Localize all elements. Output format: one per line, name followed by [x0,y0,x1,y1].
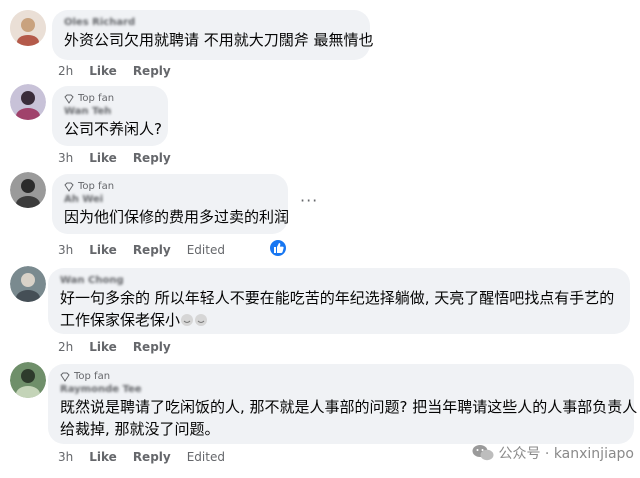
wink-emoji-icon [180,311,208,333]
comment-actions: 3h Like Reply [58,151,187,165]
comment-actions: 3h Like Reply Edited [58,243,241,257]
comment-author[interactable]: Wan Teh [64,105,156,118]
reply-button[interactable]: Reply [133,243,171,257]
comment-text: 因为他们保修的费用多过卖的利润 [64,208,290,226]
comment-author[interactable]: Ah Wei [64,193,276,206]
top-fan-label: Top fan [78,93,115,104]
top-fan-badge: Top fan [64,92,156,105]
comment-text-line: 工作保家保老保小 [60,311,181,329]
edited-label[interactable]: Edited [187,450,225,464]
reply-button[interactable]: Reply [133,450,171,464]
top-fan-badge: Top fan [60,370,622,383]
comment-text: 好一句多余的 所以年轻人不要在能吃苦的年纪选择躺做, 天亮了醒悟吧找点有手艺的 [60,289,615,307]
comment-author[interactable]: Wan Chong [60,274,618,287]
avatar[interactable] [10,266,46,302]
avatar[interactable] [10,172,46,208]
top-fan-gem-icon [64,94,74,104]
comment-bubble: Top fan Ah Wei 因为他们保修的费用多过卖的利润 [52,174,290,234]
comment-time[interactable]: 2h [58,64,73,78]
comment-bubble: Wan Chong 好一句多余的 所以年轻人不要在能吃苦的年纪选择躺做, 天亮了… [48,268,630,334]
comment-actions: 2h Like Reply [58,340,187,354]
comment-bubble: Oles Richard 外资公司欠用就聘请 不用就大刀闊斧 最無情也 [52,10,374,60]
comment-time[interactable]: 3h [58,243,73,257]
top-fan-gem-icon [60,372,70,382]
reply-button[interactable]: Reply [133,151,171,165]
comment-bubble: Top fan Wan Teh 公司不养闲人? [52,86,168,146]
top-fan-label: Top fan [78,181,115,192]
more-options-button[interactable]: ··· [300,191,318,210]
comment-bubble: Top fan Raymonde Tee 既然说是聘请了吃闲饭的人, 那不就是人… [48,364,638,444]
comment-time[interactable]: 3h [58,450,73,464]
edited-label[interactable]: Edited [187,243,225,257]
avatar[interactable] [10,10,46,46]
watermark-text: 公众号 · kanxinjiapo [498,446,634,462]
reply-button[interactable]: Reply [133,64,171,78]
comment-text: 既然说是聘请了吃闲饭的人, 那不就是人事部的问题? 把当年聘请这些人的人事部负责… [60,398,638,416]
wechat-watermark: 公众号 · kanxinjiapo [472,443,634,463]
like-button[interactable]: Like [89,340,117,354]
comment-text: 外资公司欠用就聘请 不用就大刀闊斧 最無情也 [64,31,374,49]
comment-time[interactable]: 2h [58,340,73,354]
comment-actions: 2h Like Reply [58,64,187,78]
like-button[interactable]: Like [89,243,117,257]
comment-author[interactable]: Raymonde Tee [60,383,622,396]
wechat-logo-icon [472,445,494,461]
top-fan-badge: Top fan [64,180,276,193]
avatar[interactable] [10,362,46,398]
like-button[interactable]: Like [89,450,117,464]
like-button[interactable]: Like [89,64,117,78]
comment-author[interactable]: Oles Richard [64,16,358,29]
comment-text: 给裁掉, 那就没了问题。 [60,420,220,438]
comment-text: 公司不养闲人? [64,120,162,138]
avatar[interactable] [10,84,46,120]
comment-time[interactable]: 3h [58,151,73,165]
top-fan-label: Top fan [74,371,111,382]
top-fan-gem-icon [64,182,74,192]
comment-actions: 3h Like Reply Edited [58,450,241,464]
like-button[interactable]: Like [89,151,117,165]
reply-button[interactable]: Reply [133,340,171,354]
comment-text: 工作保家保老保小 [60,309,618,333]
like-reaction-icon[interactable] [268,238,288,258]
